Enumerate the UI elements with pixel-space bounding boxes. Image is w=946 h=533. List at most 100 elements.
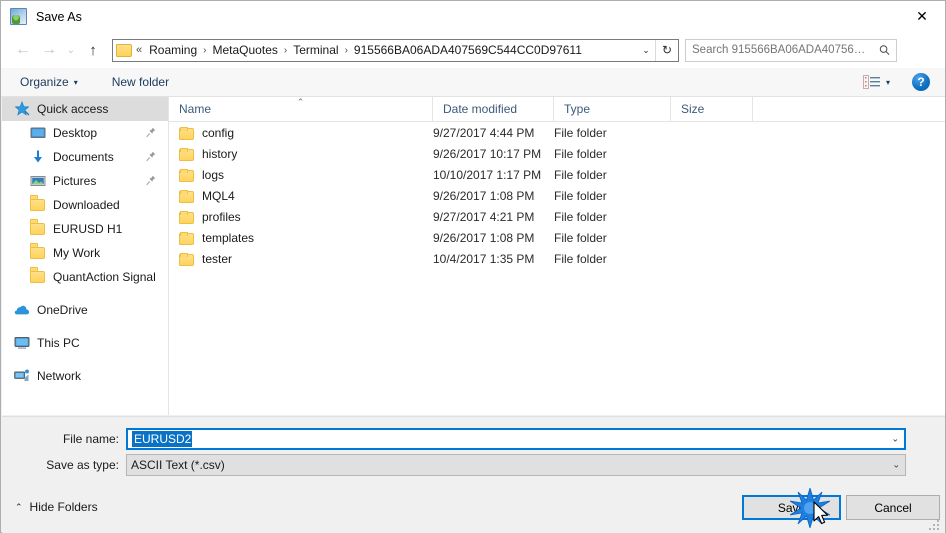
table-row[interactable]: templates 9/26/2017 1:08 PM File folder xyxy=(169,227,945,248)
sidebar-item-label: This PC xyxy=(37,336,80,350)
close-glyph: ✕ xyxy=(916,8,928,24)
file-name-chevron-down-icon[interactable]: ⌄ xyxy=(891,434,899,445)
folder-icon xyxy=(179,168,194,182)
file-row-name-cell: config xyxy=(169,126,433,140)
file-list-pane[interactable]: ⌃ Name Date modified Type Size config 9/2… xyxy=(169,96,945,415)
hide-folders-button[interactable]: ⌃ Hide Folders xyxy=(15,500,98,514)
forward-glyph: → xyxy=(41,41,57,58)
save-as-type-label: Save as type: xyxy=(46,458,119,472)
column-header-name[interactable]: ⌃ Name xyxy=(169,96,433,122)
up-glyph: ↑ xyxy=(89,41,97,59)
refresh-icon[interactable]: ↻ xyxy=(655,39,678,61)
file-row-name: logs xyxy=(202,167,225,182)
table-row[interactable]: history 9/26/2017 10:17 PM File folder xyxy=(169,143,945,164)
up-folder-icon[interactable]: ↑ xyxy=(80,37,106,63)
chevron-up-icon: ⌃ xyxy=(15,501,23,512)
file-row-type: File folder xyxy=(554,251,607,266)
table-row[interactable]: profiles 9/27/2017 4:21 PM File folder xyxy=(169,206,945,227)
save-button[interactable]: Save xyxy=(742,495,841,520)
sidebar-item-network[interactable]: Network xyxy=(2,364,168,388)
file-row-name-cell: history xyxy=(169,147,433,161)
forward-icon[interactable]: → xyxy=(36,37,62,63)
sidebar-item-documents[interactable]: Documents xyxy=(2,145,168,169)
table-row[interactable]: logs 10/10/2017 1:17 PM File folder xyxy=(169,164,945,185)
file-row-date-modified: 9/27/2017 4:21 PM xyxy=(433,209,535,224)
column-header-type[interactable]: Type xyxy=(554,96,671,122)
window-title: Save As xyxy=(36,9,82,24)
file-row-name: profiles xyxy=(202,209,241,224)
onedrive-cloud-icon xyxy=(14,302,30,318)
column-header-name-label: Name xyxy=(179,102,212,116)
save-form-area: File name: EURUSD2 ⌄ Save as type: ASCII… xyxy=(2,416,945,488)
save-as-type-select[interactable]: ASCII Text (*.csv) ⌄ xyxy=(126,454,906,476)
file-row-name-cell: MQL4 xyxy=(169,189,433,203)
pin-icon[interactable] xyxy=(146,151,156,162)
address-dropdown-icon[interactable]: ⌄ xyxy=(637,40,655,61)
file-row-date-modified: 9/26/2017 10:17 PM xyxy=(433,146,542,161)
column-header-date-modified[interactable]: Date modified xyxy=(433,96,554,122)
file-row-name: config xyxy=(202,125,235,140)
sort-ascending-icon: ⌃ xyxy=(296,96,305,107)
file-row-name: MQL4 xyxy=(202,188,235,203)
file-row-type: File folder xyxy=(554,209,607,224)
sidebar-item-eurusd-h1[interactable]: EURUSD H1 xyxy=(2,217,168,241)
command-toolbar: Organize ▾ New folder ▾ ? xyxy=(1,68,945,97)
help-glyph: ? xyxy=(917,75,925,89)
breadcrumb-roaming[interactable]: Roaming xyxy=(144,43,202,57)
documents-download-icon xyxy=(30,149,46,165)
sidebar-item-pictures[interactable]: Pictures xyxy=(2,169,168,193)
recent-locations-icon[interactable]: ⌄ xyxy=(62,37,80,63)
save-label: Save xyxy=(777,500,806,515)
back-icon[interactable]: ← xyxy=(10,37,36,63)
address-breadcrumb-bar[interactable]: « Roaming › MetaQuotes › Terminal › 9155… xyxy=(112,38,679,62)
breadcrumb-metaquotes[interactable]: MetaQuotes xyxy=(208,43,283,57)
view-chevron-down-icon[interactable]: ▾ xyxy=(886,78,890,87)
table-row[interactable]: tester 10/4/2017 1:35 PM File folder xyxy=(169,248,945,269)
folder-icon xyxy=(179,210,194,224)
folder-icon xyxy=(30,197,46,213)
file-row-name-cell: templates xyxy=(169,231,433,245)
sidebar-item-quantaction-signal[interactable]: QuantAction Signal xyxy=(2,265,168,289)
sidebar-item-my-work[interactable]: My Work xyxy=(2,241,168,265)
pin-icon[interactable] xyxy=(146,127,156,138)
column-header-size[interactable]: Size xyxy=(671,96,753,122)
cancel-button[interactable]: Cancel xyxy=(846,495,940,520)
table-row[interactable]: MQL4 9/26/2017 1:08 PM File folder xyxy=(169,185,945,206)
sidebar-item-label: OneDrive xyxy=(37,303,88,317)
change-view-icon[interactable] xyxy=(862,75,880,89)
file-row-date-modified: 10/4/2017 1:35 PM xyxy=(433,251,535,266)
sidebar-item-quick-access[interactable]: Quick access xyxy=(2,97,168,121)
back-glyph: ← xyxy=(15,41,31,58)
file-name-input[interactable]: EURUSD2 ⌄ xyxy=(126,428,906,450)
breadcrumb-overflow[interactable]: « xyxy=(132,44,144,56)
breadcrumb-terminal-id[interactable]: 915566BA06ADA407569C544CC0D97611 xyxy=(349,43,587,57)
search-icon xyxy=(879,45,890,55)
file-row-name-cell: tester xyxy=(169,252,433,266)
organize-label: Organize xyxy=(20,75,69,89)
folder-icon xyxy=(30,269,46,285)
sidebar-item-onedrive[interactable]: OneDrive xyxy=(2,298,168,322)
file-row-name: tester xyxy=(202,251,233,266)
file-row-date-modified: 9/27/2017 4:44 PM xyxy=(433,125,535,140)
close-icon[interactable]: ✕ xyxy=(899,1,945,31)
search-box[interactable] xyxy=(685,38,897,62)
pin-icon[interactable] xyxy=(146,175,156,186)
organize-button[interactable]: Organize ▾ xyxy=(14,72,84,92)
navigation-sidebar[interactable]: Quick access Desktop Documents Pictures Down… xyxy=(2,97,169,415)
breadcrumb-terminal[interactable]: Terminal xyxy=(288,43,343,57)
sidebar-item-this-pc[interactable]: This PC xyxy=(2,331,168,355)
save-as-type-row: Save as type: ASCII Text (*.csv) ⌄ xyxy=(2,454,945,476)
help-icon[interactable]: ? xyxy=(912,73,930,91)
sidebar-item-downloaded[interactable]: Downloaded xyxy=(2,193,168,217)
save-as-type-chevron-down-icon[interactable]: ⌄ xyxy=(892,460,900,471)
this-pc-icon xyxy=(14,335,30,351)
search-input[interactable] xyxy=(692,44,867,56)
sidebar-item-desktop[interactable]: Desktop xyxy=(2,121,168,145)
file-row-type: File folder xyxy=(554,125,607,140)
table-row[interactable]: config 9/27/2017 4:44 PM File folder xyxy=(169,122,945,143)
new-folder-button[interactable]: New folder xyxy=(106,72,175,92)
file-name-label: File name: xyxy=(62,432,119,446)
file-row-type: File folder xyxy=(554,230,607,245)
